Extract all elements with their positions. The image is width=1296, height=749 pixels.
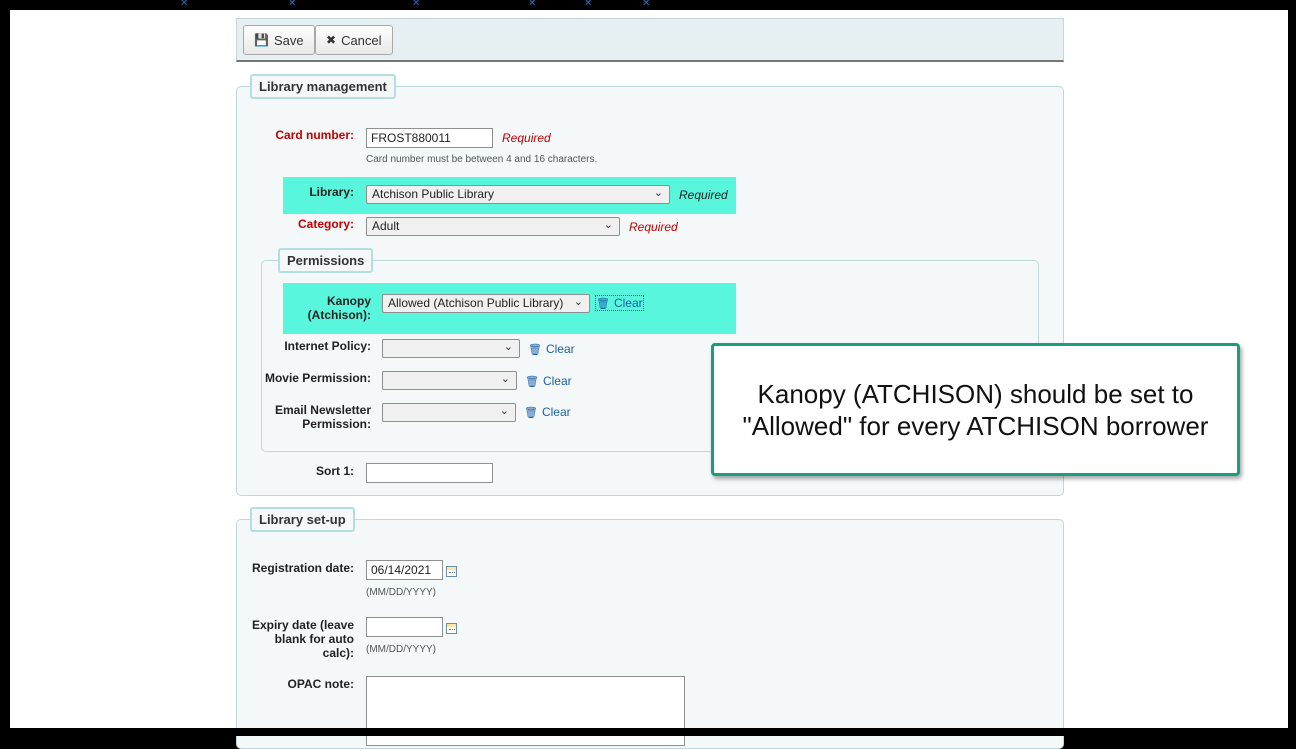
tab-close-icon[interactable]: ✕	[528, 0, 536, 8]
expiry-date-hint: (MM/DD/YYYY)	[366, 644, 436, 655]
chevron-down-icon: ⌄	[499, 405, 509, 417]
chevron-down-icon: ⌄	[603, 219, 613, 231]
email-newsletter-clear-link[interactable]: 🗑 Clear	[524, 405, 571, 419]
registration-date-hint: (MM/DD/YYYY)	[366, 587, 436, 598]
chevron-down-icon: ⌄	[503, 341, 513, 353]
kanopy-label-line2: (Atchison):	[307, 308, 371, 322]
category-required: Required	[629, 220, 678, 234]
trash-icon: 🗑	[596, 297, 610, 310]
library-management-legend: Library management	[250, 74, 396, 99]
registration-date-input[interactable]: 06/14/2021	[366, 560, 443, 580]
email-newsletter-clear-label: Clear	[541, 405, 571, 419]
registration-date-label: Registration date:	[251, 561, 354, 575]
callout-line1: Kanopy (ATCHISON) should be set to	[757, 378, 1194, 409]
kanopy-select-value: Allowed (Atchison Public Library)	[388, 296, 564, 310]
expiry-date-input[interactable]	[366, 617, 443, 637]
tab-close-icon[interactable]: ✕	[288, 0, 296, 8]
permissions-legend: Permissions	[278, 248, 374, 273]
library-select-value: Atchison Public Library	[372, 187, 495, 201]
chevron-down-icon: ⌄	[653, 187, 663, 199]
expiry-date-label: Expiry date (leave blank for auto calc):	[234, 618, 354, 660]
internet-policy-select[interactable]: ⌄	[382, 339, 520, 358]
floppy-disk-icon: 💾	[254, 33, 269, 47]
calendar-icon[interactable]	[446, 623, 457, 634]
sort1-input[interactable]	[366, 463, 493, 483]
sort1-label: Sort 1:	[315, 464, 354, 478]
email-newsletter-select[interactable]: ⌄	[382, 403, 516, 422]
movie-permission-label: Movie Permission:	[264, 371, 371, 385]
card-number-label: Card number:	[275, 128, 354, 142]
internet-policy-clear-link[interactable]: 🗑 Clear	[528, 342, 575, 356]
form-toolbar: 💾 Save ✖ Cancel	[236, 18, 1064, 62]
expiry-date-label-line1: Expiry date (leave	[251, 618, 354, 632]
trash-icon: 🗑	[528, 343, 542, 356]
chevron-down-icon: ⌄	[500, 373, 510, 385]
card-number-required: Required	[502, 131, 551, 145]
category-label: Category:	[297, 217, 354, 231]
category-select[interactable]: Adult ⌄	[366, 217, 620, 236]
library-setup-legend: Library set-up	[250, 507, 355, 532]
kanopy-label: Kanopy (Atchison):	[271, 294, 371, 322]
chevron-down-icon: ⌄	[573, 296, 583, 308]
movie-permission-select[interactable]: ⌄	[382, 371, 517, 390]
internet-policy-clear-label: Clear	[545, 342, 575, 356]
save-button-label: Save	[273, 32, 304, 48]
opac-note-label: OPAC note:	[287, 677, 354, 691]
trash-icon: 🗑	[525, 375, 539, 388]
calendar-icon[interactable]	[446, 566, 457, 577]
kanopy-clear-label: Clear	[613, 296, 643, 310]
browser-tab-strip: ✕ ✕ ✕ ✕ ✕ ✕	[0, 0, 1296, 10]
email-newsletter-label: Email Newsletter Permission:	[251, 403, 371, 431]
movie-permission-clear-label: Clear	[542, 374, 572, 388]
email-newsletter-label-line1: Email Newsletter	[274, 403, 371, 417]
close-icon: ✖	[326, 33, 337, 47]
frame-bottom-border	[0, 728, 1296, 736]
library-select[interactable]: Atchison Public Library ⌄	[366, 185, 670, 204]
save-button[interactable]: 💾 Save	[243, 25, 315, 55]
card-number-input[interactable]: FROST880011	[366, 128, 493, 148]
annotation-callout: Kanopy (ATCHISON) should be set to "Allo…	[711, 343, 1240, 476]
tab-close-icon[interactable]: ✕	[412, 0, 420, 8]
category-select-value: Adult	[372, 219, 400, 233]
tab-close-icon[interactable]: ✕	[642, 0, 650, 8]
cancel-button[interactable]: ✖ Cancel	[315, 25, 393, 55]
frame-left-border	[0, 0, 10, 736]
expiry-date-label-line3: calc):	[322, 646, 354, 660]
internet-policy-label: Internet Policy:	[284, 339, 371, 353]
frame-right-border	[1288, 0, 1296, 736]
email-newsletter-label-line2: Permission:	[302, 417, 371, 431]
callout-line2: "Allowed" for every ATCHISON borrower	[742, 410, 1209, 441]
trash-icon: 🗑	[524, 406, 538, 419]
card-number-hint: Card number must be between 4 and 16 cha…	[366, 154, 598, 165]
cancel-button-label: Cancel	[341, 32, 382, 48]
library-required: Required	[679, 188, 728, 202]
kanopy-label-line1: Kanopy	[326, 294, 371, 308]
tab-close-icon[interactable]: ✕	[584, 0, 592, 8]
expiry-date-label-line2: blank for auto	[274, 632, 354, 646]
kanopy-clear-link[interactable]: 🗑 Clear	[595, 295, 644, 311]
movie-permission-clear-link[interactable]: 🗑 Clear	[525, 374, 572, 388]
tab-close-icon[interactable]: ✕	[180, 0, 188, 8]
library-label: Library:	[309, 185, 354, 199]
kanopy-select[interactable]: Allowed (Atchison Public Library) ⌄	[382, 294, 590, 313]
